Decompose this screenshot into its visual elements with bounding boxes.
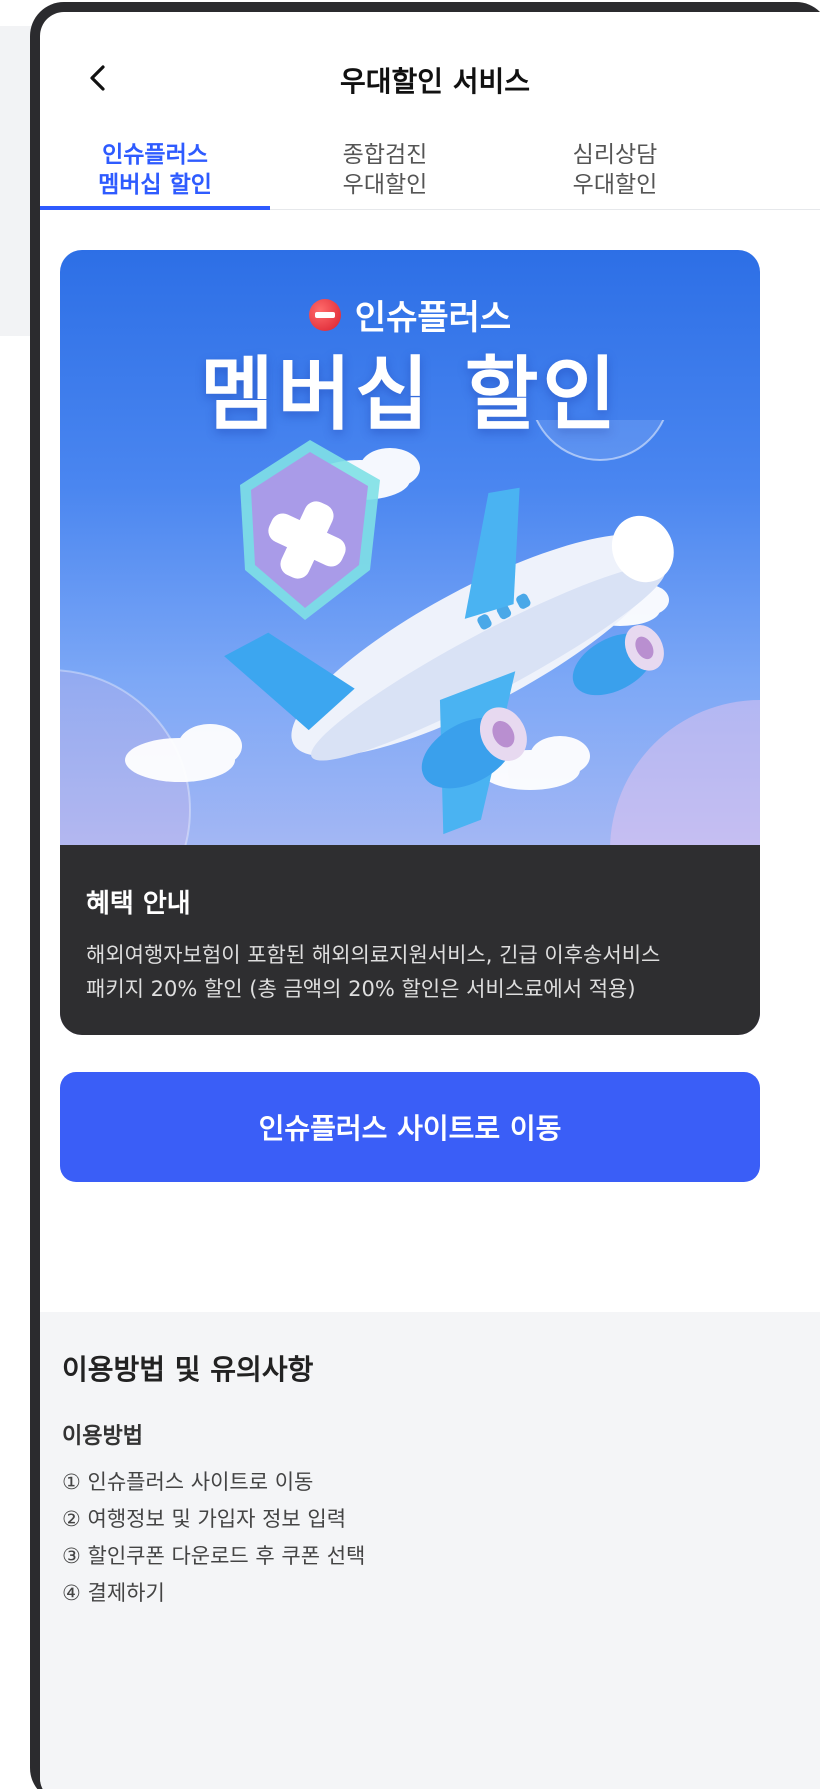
device-frame: 우대할인 서비스 인슈플러스 멤버십 할인 종합검진 우대할인 심리상담 우대할… (30, 2, 820, 1789)
usage-step: ④ 결제하기 (62, 1581, 165, 1605)
header: 우대할인 서비스 (40, 12, 820, 122)
tab-label-line2: 우대할인 (572, 172, 658, 198)
notes-subtitle: 이용방법 (62, 1424, 143, 1449)
usage-notes-section: 이용방법 및 유의사항 이용방법 ① 인슈플러스 사이트로 이동 ② 여행정보 … (40, 1312, 820, 1789)
page-title: 우대할인 서비스 (339, 65, 531, 98)
promo-banner: 인슈플러스 멤버십 할인 혜택 안내 해외여행자보험이 포함된 해외의료지원서비… (60, 250, 760, 1035)
app-screen: 우대할인 서비스 인슈플러스 멤버십 할인 종합검진 우대할인 심리상담 우대할… (40, 12, 820, 1789)
tab-counseling[interactable]: 심리상담 우대할인 (500, 132, 730, 209)
benefit-info-title: 혜택 안내 (86, 889, 191, 919)
usage-step: ① 인슈플러스 사이트로 이동 (62, 1470, 314, 1494)
benefit-info-box: 혜택 안내 해외여행자보험이 포함된 해외의료지원서비스, 긴급 이후송서비스 … (60, 845, 760, 1035)
insuplus-logo-icon (308, 298, 341, 331)
tab-label-line1: 종합검진 (342, 142, 428, 168)
go-to-insuplus-button[interactable]: 인슈플러스 사이트로 이동 (60, 1072, 760, 1182)
tab-label-line2: 멤버십 할인 (98, 172, 212, 198)
benefit-info-line: 해외여행자보험이 포함된 해외의료지원서비스, 긴급 이후송서비스 (86, 943, 661, 967)
tab-label-line1: 심리상담 (572, 142, 658, 168)
usage-step: ③ 할인쿠폰 다운로드 후 쿠폰 선택 (62, 1544, 366, 1568)
tab-label-line2: 우대할인 (342, 172, 428, 198)
tab-bar: 인슈플러스 멤버십 할인 종합검진 우대할인 심리상담 우대할인 (40, 132, 820, 210)
tab-insuplus-membership[interactable]: 인슈플러스 멤버십 할인 (40, 132, 270, 210)
tab-label-line1: 인슈플러스 (102, 142, 208, 168)
benefit-info-line: 패키지 20% 할인 (총 금액의 20% 할인은 서비스료에서 적용) (86, 977, 636, 1001)
notes-title: 이용방법 및 유의사항 (62, 1353, 314, 1386)
airplane-shield-illustration (60, 420, 760, 860)
tab-health-checkup[interactable]: 종합검진 우대할인 (270, 132, 500, 209)
usage-step: ② 여행정보 및 가입자 정보 입력 (62, 1507, 347, 1531)
